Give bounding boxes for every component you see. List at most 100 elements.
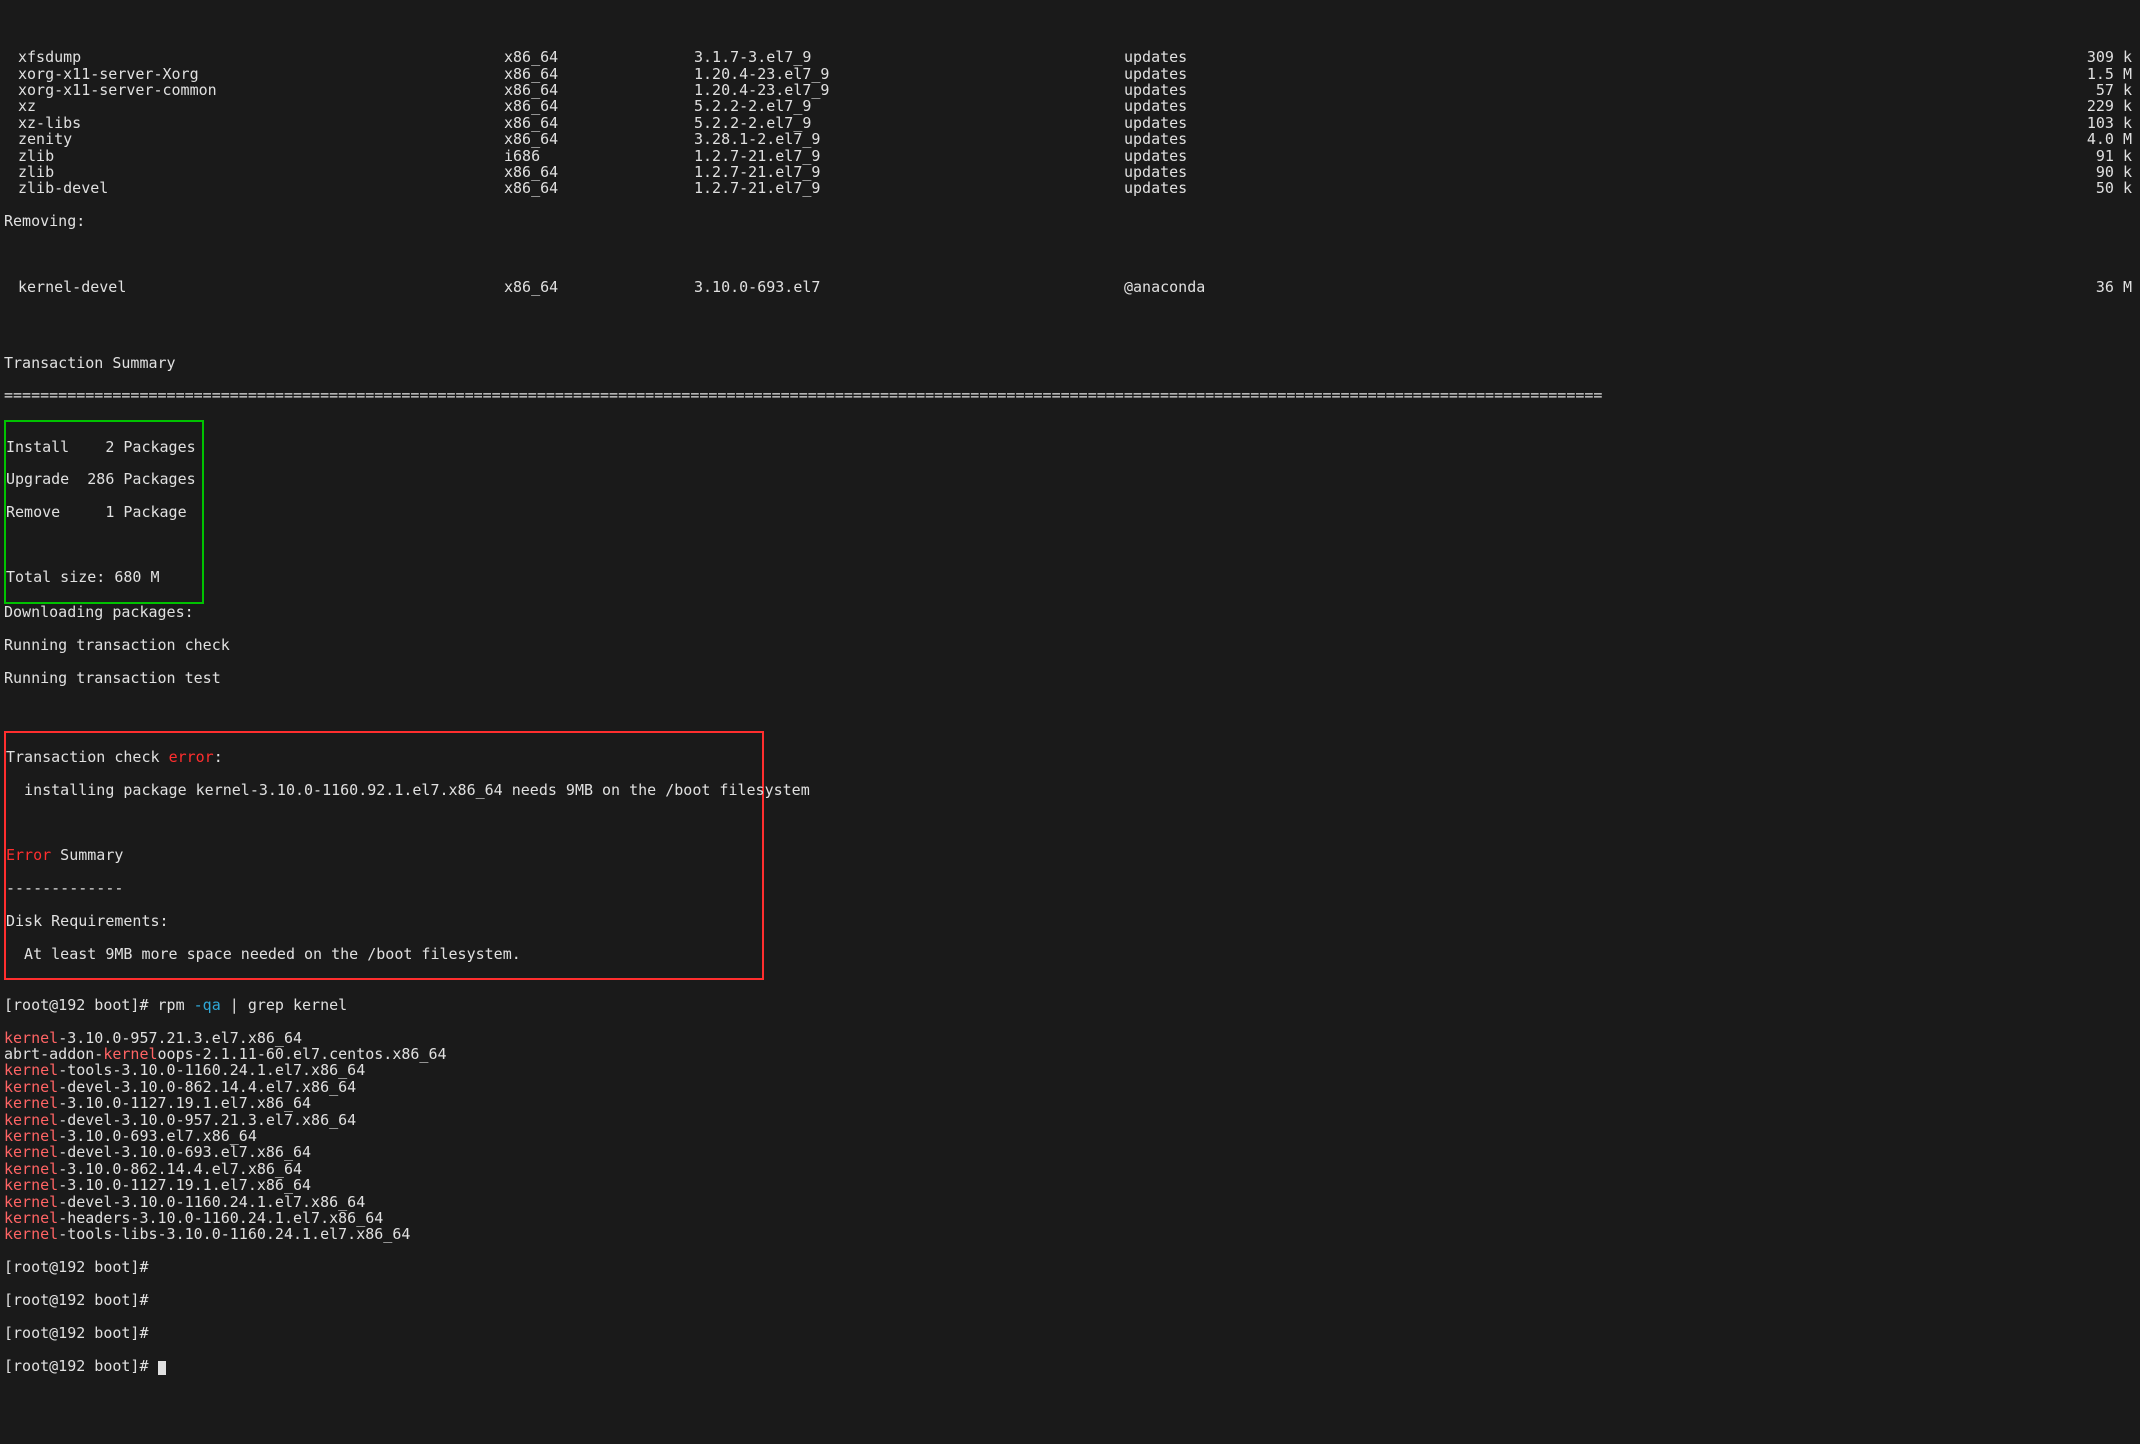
pkg-size: 57 k (1384, 82, 2136, 98)
table-row: zlibi6861.2.7-21.el7_9updates91 k (4, 148, 2136, 164)
pkg-arch: x86_64 (504, 279, 694, 295)
pkg-repo: updates (1124, 164, 1384, 180)
prompt-line: [root@192 boot]# (4, 1292, 2136, 1308)
summary-remove: Remove 1 Package (6, 504, 196, 520)
list-item: kernel-tools-3.10.0-1160.24.1.el7.x86_64 (4, 1062, 2136, 1078)
list-item: kernel-tools-libs-3.10.0-1160.24.1.el7.x… (4, 1226, 2136, 1242)
pkg-repo: @anaconda (1124, 279, 1384, 295)
pkg-arch: x86_64 (504, 49, 694, 65)
pkg-arch: x86_64 (504, 164, 694, 180)
summary-box: Install 2 Packages Upgrade 286 Packages … (4, 420, 204, 604)
summary-total: Total size: 680 M (6, 569, 196, 585)
progress-line: Running transaction check (4, 637, 2136, 653)
table-row: xorg-x11-server-commonx86_641.20.4-23.el… (4, 82, 2136, 98)
list-item: kernel-devel-3.10.0-693.el7.x86_64 (4, 1144, 2136, 1160)
error-dashes: ------------- (6, 880, 762, 896)
pkg-name: xorg-x11-server-Xorg (4, 66, 504, 82)
transaction-summary-title: Transaction Summary (4, 355, 2136, 371)
prompt-line: [root@192 boot]# rpm -qa | grep kernel (4, 997, 2136, 1013)
pkg-arch: x86_64 (504, 82, 694, 98)
list-item: kernel-devel-3.10.0-862.14.4.el7.x86_64 (4, 1079, 2136, 1095)
pkg-size: 36 M (1384, 279, 2136, 295)
pkg-name: zlib (4, 148, 504, 164)
pkg-size: 90 k (1384, 164, 2136, 180)
list-item: kernel-3.10.0-693.el7.x86_64 (4, 1128, 2136, 1144)
pkg-version: 1.2.7-21.el7_9 (694, 180, 1124, 196)
pkg-name: xorg-x11-server-common (4, 82, 504, 98)
pkg-version: 1.2.7-21.el7_9 (694, 164, 1124, 180)
list-item: kernel-devel-3.10.0-1160.24.1.el7.x86_64 (4, 1194, 2136, 1210)
pkg-name: zlib (4, 164, 504, 180)
pkg-size: 103 k (1384, 115, 2136, 131)
table-row: zenityx86_643.28.1-2.el7_9updates4.0 M (4, 131, 2136, 147)
pkg-name: xfsdump (4, 49, 504, 65)
pkg-name: zenity (4, 131, 504, 147)
divider: ========================================… (4, 387, 2136, 403)
pkg-repo: updates (1124, 49, 1384, 65)
list-item: kernel-3.10.0-1127.19.1.el7.x86_64 (4, 1095, 2136, 1111)
progress-line: Running transaction test (4, 670, 2136, 686)
pkg-size: 229 k (1384, 98, 2136, 114)
pkg-repo: updates (1124, 66, 1384, 82)
removing-rows: kernel-devel x86_64 3.10.0-693.el7 @anac… (4, 246, 2136, 312)
pkg-version: 3.10.0-693.el7 (694, 279, 1124, 295)
pkg-arch: x86_64 (504, 66, 694, 82)
error-summary-heading: Error Summary (6, 847, 762, 863)
pkg-arch: x86_64 (504, 115, 694, 131)
table-row: zlib-develx86_641.2.7-21.el7_9updates50 … (4, 180, 2136, 196)
disk-req-body: At least 9MB more space needed on the /b… (6, 946, 762, 962)
table-row: kernel-devel x86_64 3.10.0-693.el7 @anac… (4, 279, 2136, 295)
command: rpm -qa | grep kernel (158, 996, 348, 1014)
pkg-size: 1.5 M (1384, 66, 2136, 82)
pkg-arch: x86_64 (504, 180, 694, 196)
list-item: kernel-3.10.0-1127.19.1.el7.x86_64 (4, 1177, 2136, 1193)
error-heading: Transaction check error: (6, 749, 762, 765)
table-row: xorg-x11-server-Xorgx86_641.20.4-23.el7_… (4, 66, 2136, 82)
pkg-repo: updates (1124, 131, 1384, 147)
table-row: xzx86_645.2.2-2.el7_9updates229 k (4, 98, 2136, 114)
pkg-name: zlib-devel (4, 180, 504, 196)
section-removing-header: Removing: (4, 213, 2136, 229)
table-row: zlibx86_641.2.7-21.el7_9updates90 k (4, 164, 2136, 180)
list-item: kernel-3.10.0-862.14.4.el7.x86_64 (4, 1161, 2136, 1177)
pkg-version: 1.20.4-23.el7_9 (694, 82, 1124, 98)
list-item: kernel-3.10.0-957.21.3.el7.x86_64 (4, 1030, 2136, 1046)
error-detail: installing package kernel-3.10.0-1160.92… (6, 782, 762, 798)
pkg-version: 1.2.7-21.el7_9 (694, 148, 1124, 164)
pkg-name: kernel-devel (4, 279, 504, 295)
error-box: Transaction check error: installing pack… (4, 731, 764, 981)
list-item: abrt-addon-kerneloops-2.1.11-60.el7.cent… (4, 1046, 2136, 1062)
prompt-line: [root@192 boot]# (4, 1259, 2136, 1275)
cursor-icon (158, 1361, 166, 1375)
progress-line: Downloading packages: (4, 604, 2136, 620)
pkg-version: 5.2.2-2.el7_9 (694, 98, 1124, 114)
pkg-arch: x86_64 (504, 131, 694, 147)
shell-prompt: [root@192 boot]# (4, 996, 158, 1014)
pkg-arch: i686 (504, 148, 694, 164)
pkg-size: 4.0 M (1384, 131, 2136, 147)
pkg-version: 5.2.2-2.el7_9 (694, 115, 1124, 131)
disk-req-heading: Disk Requirements: (6, 913, 762, 929)
pkg-name: xz (4, 98, 504, 114)
prompt-line-active[interactable]: [root@192 boot]# (4, 1358, 2136, 1375)
pkg-size: 50 k (1384, 180, 2136, 196)
summary-install: Install 2 Packages (6, 439, 196, 455)
table-row: xz-libsx86_645.2.2-2.el7_9updates103 k (4, 115, 2136, 131)
pkg-size: 91 k (1384, 148, 2136, 164)
pkg-arch: x86_64 (504, 98, 694, 114)
summary-upgrade: Upgrade 286 Packages (6, 471, 196, 487)
package-table-body: xfsdumpx86_643.1.7-3.el7_9updates309 kxo… (4, 49, 2136, 197)
pkg-version: 3.1.7-3.el7_9 (694, 49, 1124, 65)
table-row: xfsdumpx86_643.1.7-3.el7_9updates309 k (4, 49, 2136, 65)
pkg-repo: updates (1124, 98, 1384, 114)
pkg-version: 1.20.4-23.el7_9 (694, 66, 1124, 82)
list-item: kernel-headers-3.10.0-1160.24.1.el7.x86_… (4, 1210, 2136, 1226)
pkg-repo: updates (1124, 115, 1384, 131)
pkg-repo: updates (1124, 148, 1384, 164)
pkg-name: xz-libs (4, 115, 504, 131)
pkg-repo: updates (1124, 82, 1384, 98)
pkg-version: 3.28.1-2.el7_9 (694, 131, 1124, 147)
pkg-size: 309 k (1384, 49, 2136, 65)
list-item: kernel-devel-3.10.0-957.21.3.el7.x86_64 (4, 1112, 2136, 1128)
prompt-line: [root@192 boot]# (4, 1325, 2136, 1341)
